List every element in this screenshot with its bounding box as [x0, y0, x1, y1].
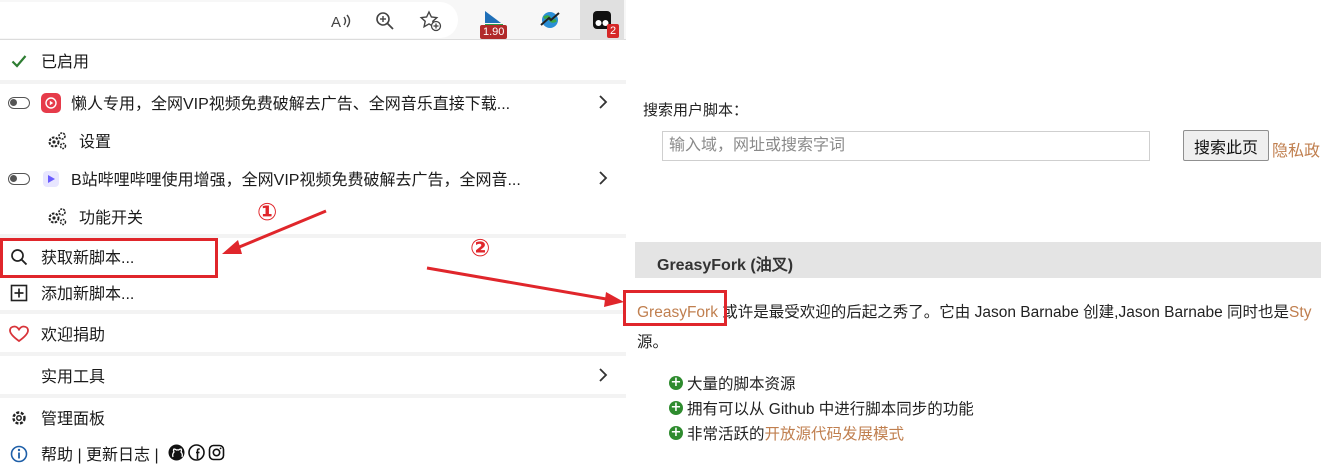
feature-item: + 拥有可以从 Github 中进行脚本同步的功能: [669, 397, 974, 419]
annotation-number-1: ①: [257, 198, 278, 226]
utilities-item[interactable]: 实用工具: [0, 357, 626, 393]
settings-label: 设置: [79, 134, 112, 151]
video-app-icon: [40, 92, 62, 114]
heart-icon: [8, 323, 30, 345]
highlight-box-get-scripts: [0, 238, 218, 278]
plus-circle-icon: +: [669, 375, 683, 390]
feature-text: 拥有可以从 Github 中进行脚本同步的功能: [687, 401, 974, 418]
open-source-link[interactable]: 开放源代码发展模式: [765, 422, 905, 444]
feature-text: 非常活跃的: [687, 426, 765, 443]
extension-globe-icon[interactable]: [528, 0, 572, 40]
annotation-number-2: ②: [470, 234, 491, 262]
feature-text: 大量的脚本资源: [687, 376, 796, 393]
plus-circle-icon: +: [669, 400, 683, 415]
donate-label: 欢迎捐助: [41, 327, 106, 344]
script-toggle[interactable]: [8, 92, 30, 114]
script-name: B站哔哩哔哩使用增强，全网VIP视频免费破解去广告，全网音...: [71, 172, 521, 189]
bilibili-app-icon: [40, 168, 62, 190]
feature-switch-label: 功能开关: [79, 210, 144, 227]
enabled-toggle-row[interactable]: 已启用: [0, 42, 626, 78]
highlight-box-greasyfork: [623, 290, 727, 326]
add-box-icon: [8, 282, 30, 304]
feature-item: + 非常活跃的 开放源代码发展模式: [669, 422, 904, 444]
extension-download-icon[interactable]: 1.90: [472, 0, 516, 40]
search-page-button[interactable]: 搜索此页: [1183, 130, 1269, 161]
browser-pane: A 1.90 2 已启用 懒人专用，全网VIP视频免费破解去广告、全网音乐直接下…: [0, 0, 626, 474]
check-icon: [8, 50, 30, 72]
enabled-section: 已启用: [0, 40, 626, 80]
social-icons: [168, 444, 225, 461]
intro-paragraph: GreasyFork 或许是最受欢迎的后起之秀了。它由 Jason Barnab…: [635, 300, 1321, 322]
chevron-right-icon: [599, 368, 608, 382]
help-row: 帮助 | 更新日志 |: [0, 435, 626, 471]
search-input[interactable]: [662, 131, 1150, 161]
browser-toolbar: A 1.90 2: [0, 0, 626, 40]
instagram-icon[interactable]: [208, 444, 225, 461]
intro-paragraph-line2: 源。: [637, 334, 669, 351]
script-feature-switch-item[interactable]: 功能开关: [0, 198, 626, 234]
info-icon: [8, 443, 30, 465]
script-toggle[interactable]: [8, 168, 30, 190]
plus-circle-icon: +: [669, 425, 683, 440]
script-settings-item[interactable]: 设置: [0, 122, 626, 158]
feature-item: + 大量的脚本资源: [669, 372, 796, 394]
footer-section: 管理面板 帮助 | 更新日志 |: [0, 398, 626, 474]
chevron-right-icon: [599, 171, 608, 185]
gear-icon: [8, 407, 30, 429]
script-item-lazy[interactable]: 懒人专用，全网VIP视频免费破解去广告、全网音乐直接下载...: [0, 84, 626, 120]
favorite-add-icon[interactable]: [418, 8, 444, 34]
gears-icon: [46, 130, 68, 152]
script-item-bilibili[interactable]: B站哔哩哔哩使用增强，全网VIP视频免费破解去广告，全网音...: [0, 160, 626, 196]
donate-item[interactable]: 欢迎捐助: [0, 315, 626, 351]
gears-icon: [46, 206, 68, 228]
donate-section: 欢迎捐助: [0, 314, 626, 352]
section-header: GreasyFork (油叉): [635, 242, 1321, 278]
chevron-right-icon: [599, 95, 608, 109]
help-changelog-links[interactable]: 帮助 | 更新日志 |: [41, 441, 159, 465]
utilities-section: 实用工具: [0, 356, 626, 394]
add-new-script-item[interactable]: 添加新脚本...: [0, 274, 626, 310]
facebook-icon[interactable]: [188, 444, 205, 461]
zoom-icon[interactable]: [372, 8, 398, 34]
add-new-script-label: 添加新脚本...: [41, 286, 135, 303]
dashboard-item[interactable]: 管理面板: [0, 399, 626, 435]
tampermonkey-badge-count: 2: [607, 24, 620, 38]
webpage-pane: 搜索用户脚本： 搜索此页 隐私政 GreasyFork (油叉) GreasyF…: [623, 0, 1321, 474]
script-name: 懒人专用，全网VIP视频免费破解去广告、全网音乐直接下载...: [71, 96, 511, 113]
utilities-label: 实用工具: [41, 369, 106, 386]
stylish-link[interactable]: Sty: [1289, 304, 1311, 321]
screenshot-root: A 1.90 2 已启用 懒人专用，全网VIP视频免费破解去广告、全网音乐直接下…: [0, 0, 1321, 474]
scripts-section: 懒人专用，全网VIP视频免费破解去广告、全网音乐直接下载... 设置 B站哔哩哔…: [0, 84, 626, 234]
extension-badge-version: 1.90: [480, 25, 508, 39]
enabled-label: 已启用: [41, 54, 90, 71]
tampermonkey-icon[interactable]: 2: [580, 0, 624, 40]
github-icon[interactable]: [168, 444, 185, 461]
section-title: GreasyFork (油叉): [657, 257, 794, 274]
privacy-link[interactable]: 隐私政: [1272, 137, 1320, 161]
svg-text:A: A: [331, 14, 341, 30]
dashboard-label: 管理面板: [41, 411, 106, 428]
read-aloud-icon[interactable]: A: [328, 8, 354, 34]
intro-text: 或许是最受欢迎的后起之秀了。它由 Jason Barnabe 创建,Jason …: [717, 304, 1290, 321]
search-label: 搜索用户脚本：: [643, 102, 749, 119]
